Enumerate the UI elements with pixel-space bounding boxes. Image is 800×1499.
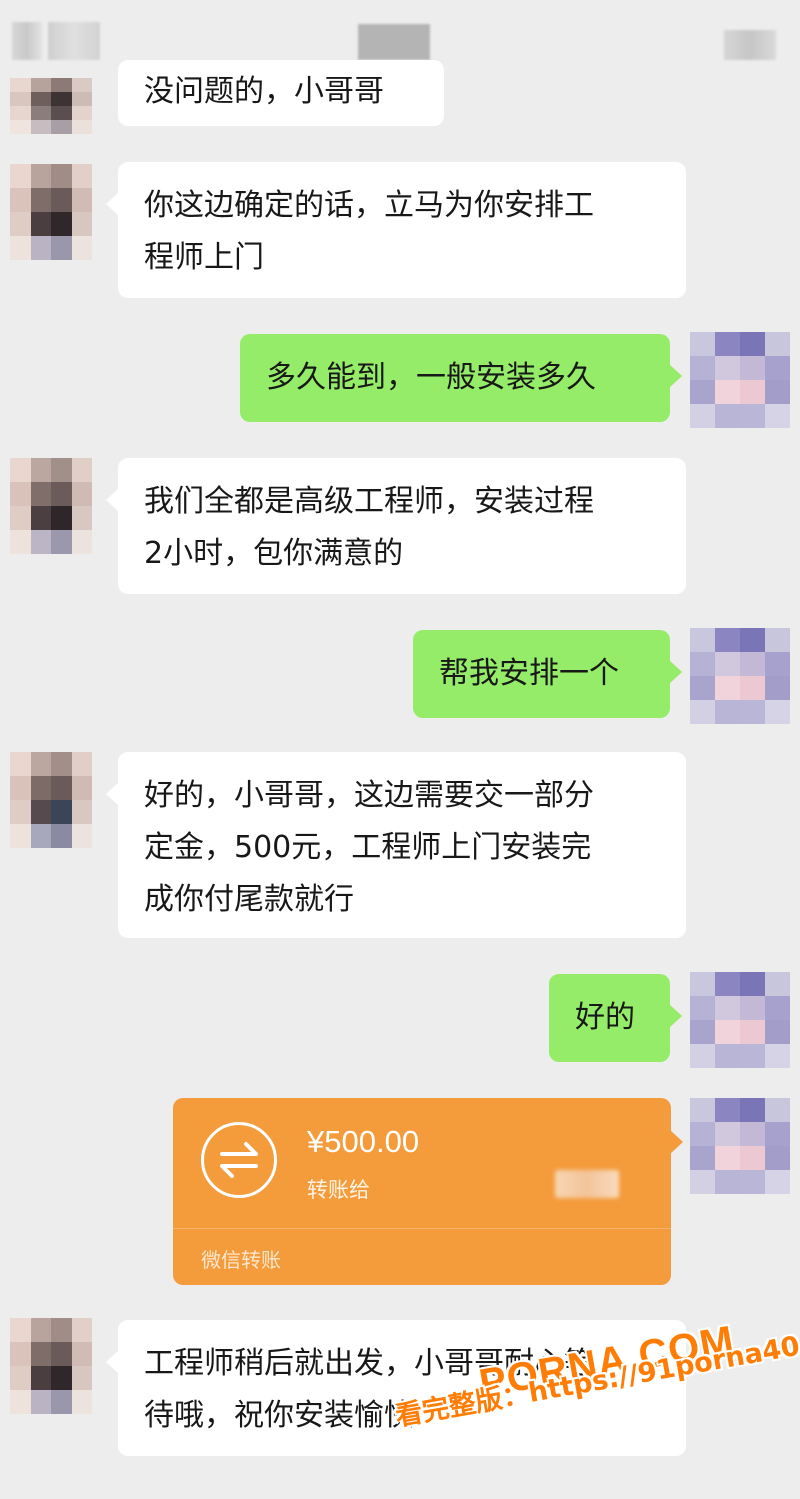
transfer-service-label: 微信转账 xyxy=(201,1248,281,1272)
contact-avatar[interactable] xyxy=(10,458,92,554)
message-bubble-incoming[interactable]: 我们全都是高级工程师，安装过程 2小时，包你满意的 xyxy=(106,458,686,594)
my-avatar[interactable] xyxy=(690,1098,790,1194)
message-bubble-outgoing[interactable]: 多久能到，一般安装多久 xyxy=(240,334,682,422)
contact-avatar[interactable] xyxy=(10,164,92,260)
transfer-arrows-icon xyxy=(201,1122,277,1198)
back-count xyxy=(48,22,100,60)
message-text: 你这边确定的话，立马为你安排工 程师上门 xyxy=(144,188,594,275)
message-text: 好的 xyxy=(575,1000,635,1035)
contact-avatar[interactable] xyxy=(10,78,92,134)
transfer-divider xyxy=(173,1228,671,1229)
my-avatar[interactable] xyxy=(690,332,790,428)
wechat-transfer-card[interactable]: ¥500.00 转账给 微信转账 xyxy=(173,1098,683,1285)
message-text: 我们全都是高级工程师，安装过程 2小时，包你满意的 xyxy=(144,484,594,571)
my-avatar[interactable] xyxy=(690,628,790,724)
message-text: 好的，小哥哥，这边需要交一部分 定金，500元，工程师上门安装完 成你付尾款就行 xyxy=(144,778,594,917)
message-bubble-incoming[interactable]: 你这边确定的话，立马为你安排工 程师上门 xyxy=(106,162,686,298)
transfer-recipient-name xyxy=(555,1170,619,1198)
chat-title xyxy=(358,24,430,60)
message-text: 多久能到，一般安装多久 xyxy=(266,360,596,395)
message-bubble-incoming[interactable]: 好的，小哥哥，这边需要交一部分 定金，500元，工程师上门安装完 成你付尾款就行 xyxy=(106,752,686,938)
message-bubble-outgoing[interactable]: 帮我安排一个 xyxy=(413,630,682,718)
message-text: 没问题的，小哥哥 xyxy=(144,74,384,109)
message-text: 帮我安排一个 xyxy=(439,656,619,691)
message-bubble-incoming[interactable]: 没问题的，小哥哥 xyxy=(118,60,444,126)
message-bubble-outgoing[interactable]: 好的 xyxy=(549,974,682,1062)
contact-avatar[interactable] xyxy=(10,1318,92,1414)
transfer-recipient-label: 转账给 xyxy=(307,1178,370,1202)
transfer-amount: ¥500.00 xyxy=(307,1124,420,1159)
my-avatar[interactable] xyxy=(690,972,790,1068)
back-icon[interactable] xyxy=(12,22,42,60)
contact-avatar[interactable] xyxy=(10,752,92,848)
more-icon[interactable] xyxy=(724,30,776,60)
